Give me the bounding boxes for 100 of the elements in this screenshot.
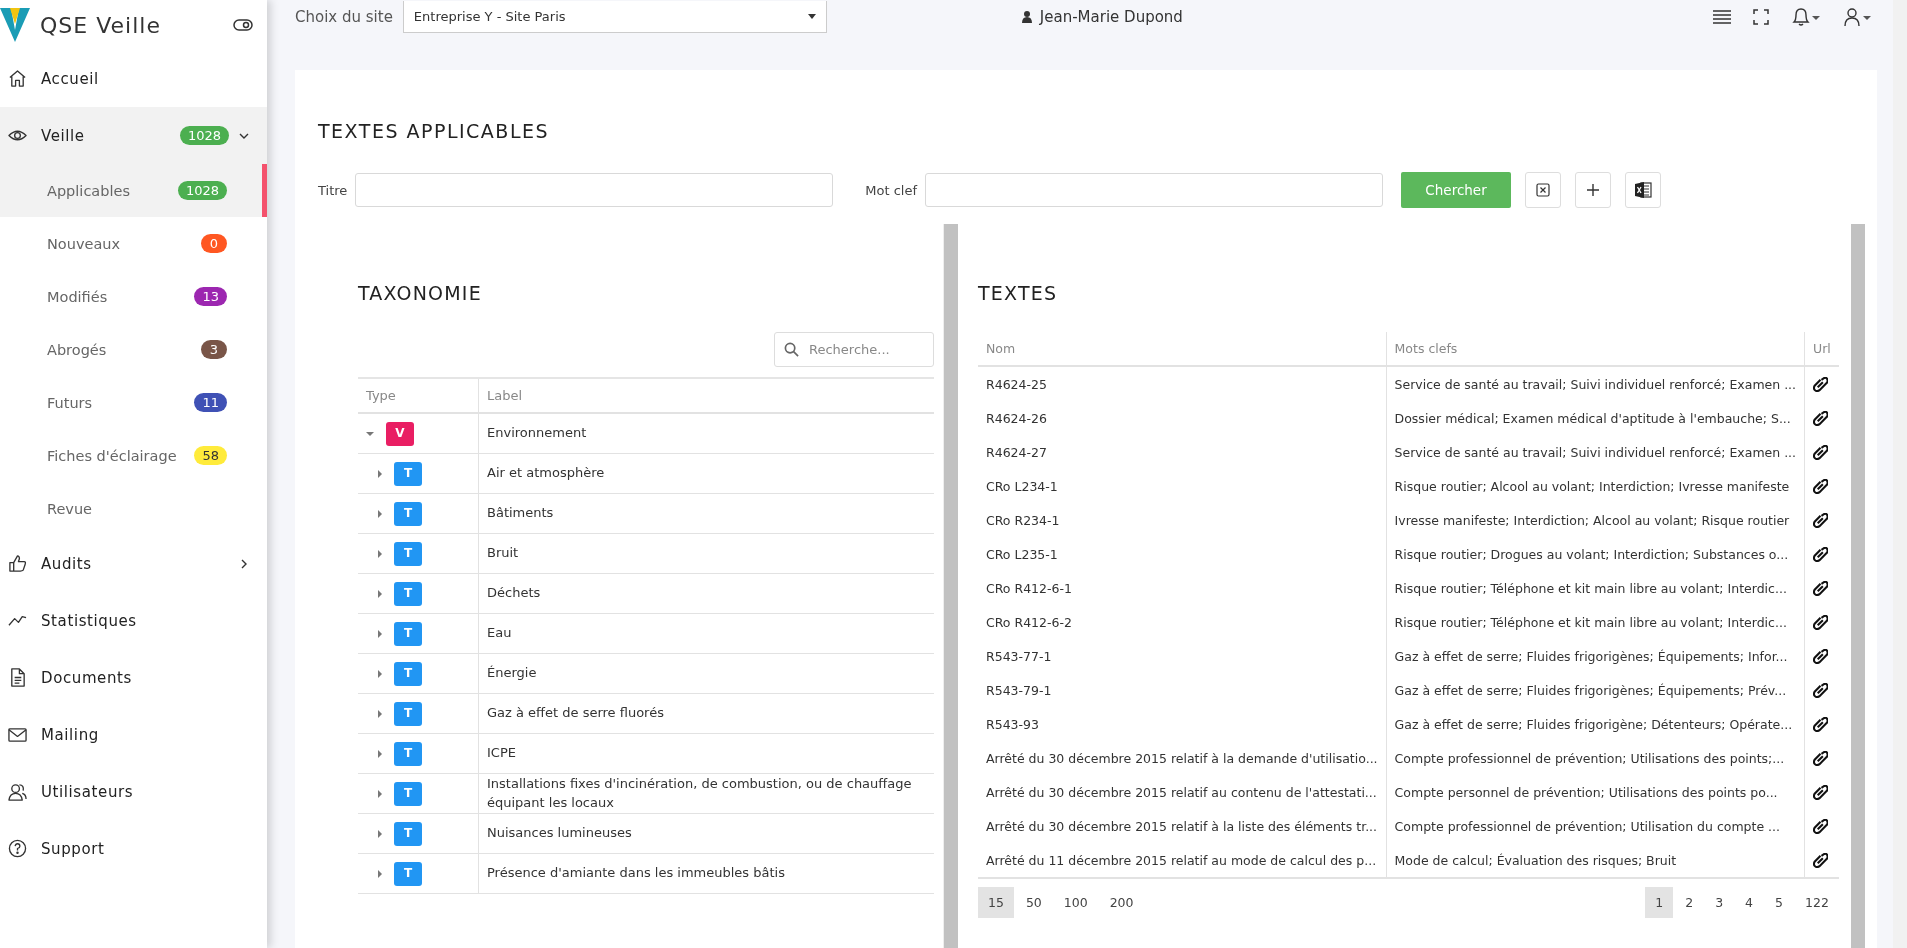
expand-arrow-icon[interactable] [378, 709, 382, 718]
page-size-button[interactable]: 100 [1053, 887, 1098, 918]
nav-item[interactable]: Mailing [0, 706, 267, 763]
link-icon[interactable] [1813, 818, 1829, 834]
link-icon[interactable] [1813, 648, 1829, 664]
field-label: Mot clef [865, 182, 918, 198]
count-badge: 13 [194, 287, 227, 306]
menu-icon[interactable] [1713, 10, 1731, 24]
link-icon[interactable] [1813, 614, 1829, 630]
nav-item[interactable]: Accueil [0, 50, 267, 107]
nav-label: Documents [41, 668, 133, 687]
site-select[interactable]: Entreprise Y - Site Paris [402, 1, 827, 33]
expand-arrow-icon[interactable] [366, 431, 374, 436]
scrollbar[interactable] [1850, 224, 1865, 948]
toggle-icon[interactable] [233, 19, 253, 31]
table-cell: Bâtiments [478, 493, 934, 534]
page-button[interactable]: 122 [1795, 887, 1839, 918]
expand-arrow-icon[interactable] [378, 669, 382, 678]
column-header: Type [358, 378, 479, 413]
table-cell: Compte professionnel de prévention; Utilisations des points;... [1386, 741, 1805, 775]
submenu-item[interactable]: Abrogés 3 [0, 323, 267, 376]
table-cell: Gaz à effet de serre; Fluides frigorigène; Détenteurs; Opérate... [1386, 707, 1805, 741]
expand-arrow-icon[interactable] [378, 589, 382, 598]
user-menu-icon[interactable] [1843, 7, 1873, 27]
table-cell: Ivresse manifeste; Interdiction; Alcool au volant; Risque routier [1386, 503, 1805, 537]
expand-arrow-icon[interactable] [378, 749, 382, 758]
add-button[interactable] [1575, 172, 1612, 208]
link-icon[interactable] [1813, 478, 1829, 494]
type-badge: T [394, 741, 422, 766]
table-cell: Énergie [478, 653, 934, 694]
page-button[interactable]: 2 [1675, 887, 1704, 918]
link-icon[interactable] [1813, 852, 1829, 868]
nav-label: Statistiques [41, 611, 138, 630]
page-size-button[interactable]: 50 [1015, 887, 1052, 918]
nav-label: Accueil [41, 69, 100, 88]
link-icon[interactable] [1813, 580, 1829, 596]
table-cell: Air et atmosphère [478, 453, 934, 494]
nav-item[interactable]: Audits [0, 535, 267, 592]
nav-label: Audits [41, 554, 93, 573]
table-cell: CRo L235-1 [978, 537, 1387, 571]
link-icon[interactable] [1813, 410, 1829, 426]
expand-arrow-icon[interactable] [378, 629, 382, 638]
nav-item[interactable]: Documents [0, 649, 267, 706]
excel-export-button[interactable] [1625, 172, 1662, 208]
expand-arrow-icon[interactable] [378, 509, 382, 518]
table-cell: Gaz à effet de serre fluorés [478, 693, 934, 734]
link-icon[interactable] [1813, 512, 1829, 528]
panel-title: TEXTES [978, 282, 1059, 304]
table-cell: Risque routier; Téléphone et kit main libre au volant; Interdic... [1386, 605, 1805, 639]
nav-item[interactable]: Utilisateurs [0, 763, 267, 820]
page-button[interactable]: 3 [1705, 887, 1734, 918]
nav-item[interactable]: Veille 1028 [0, 107, 267, 164]
table-cell: R4624-26 [978, 401, 1387, 435]
count-badge: 1028 [177, 181, 227, 200]
link-icon[interactable] [1813, 716, 1829, 732]
expand-arrow-icon[interactable] [378, 549, 382, 558]
page-button[interactable]: 1 [1645, 887, 1674, 918]
expand-arrow-icon[interactable] [378, 869, 382, 878]
submenu-item[interactable]: Fiches d'éclairage 58 [0, 429, 267, 482]
fullscreen-icon[interactable] [1753, 9, 1769, 25]
search-field[interactable]: Recherche... [774, 332, 934, 367]
type-badge: T [394, 781, 422, 806]
page-button[interactable]: 5 [1765, 887, 1793, 918]
nav-item[interactable]: Support [0, 820, 267, 877]
field-label: Titre [318, 182, 348, 198]
submenu-item[interactable]: Revue [0, 482, 267, 535]
title-field[interactable] [355, 173, 834, 207]
submenu-item[interactable]: Futurs 11 [0, 376, 267, 429]
submenu-item[interactable]: Nouveaux 0 [0, 217, 267, 270]
page-size-button[interactable]: 200 [1099, 887, 1144, 918]
submenu-label: Abrogés [47, 341, 108, 358]
submenu-item[interactable]: Applicables 1028 [0, 164, 267, 217]
submenu-item[interactable]: Modifiés 13 [0, 270, 267, 323]
clear-button[interactable] [1525, 172, 1562, 208]
page-button[interactable]: 4 [1735, 887, 1764, 918]
link-icon[interactable] [1813, 444, 1829, 460]
table-cell: Eau [478, 613, 934, 654]
user-icon [1021, 11, 1032, 23]
table-cell: R4624-25 [978, 366, 1387, 401]
table-cell: Nuisances lumineuses [478, 813, 934, 854]
submenu-label: Futurs [47, 394, 94, 411]
column-header: Nom [978, 332, 1387, 366]
page-size-button[interactable]: 15 [978, 887, 1014, 918]
nav-item[interactable]: Statistiques [0, 592, 267, 649]
keyword-field[interactable] [925, 173, 1384, 207]
link-icon[interactable] [1813, 682, 1829, 698]
link-icon[interactable] [1813, 750, 1829, 766]
expand-arrow-icon[interactable] [378, 789, 382, 798]
scrollbar[interactable] [943, 224, 958, 948]
column-header: Mots clefs [1386, 332, 1805, 366]
expand-arrow-icon[interactable] [378, 469, 382, 478]
table-cell: Dossier médical; Examen médical d'aptitude à l'embauche; S... [1386, 401, 1805, 435]
link-icon[interactable] [1813, 376, 1829, 392]
users-icon [8, 782, 27, 801]
bell-icon[interactable] [1791, 7, 1821, 27]
link-icon[interactable] [1813, 546, 1829, 562]
nav-label: Utilisateurs [41, 782, 135, 801]
expand-arrow-icon[interactable] [378, 829, 382, 838]
link-icon[interactable] [1813, 784, 1829, 800]
site-label: Choix du site [295, 8, 393, 26]
